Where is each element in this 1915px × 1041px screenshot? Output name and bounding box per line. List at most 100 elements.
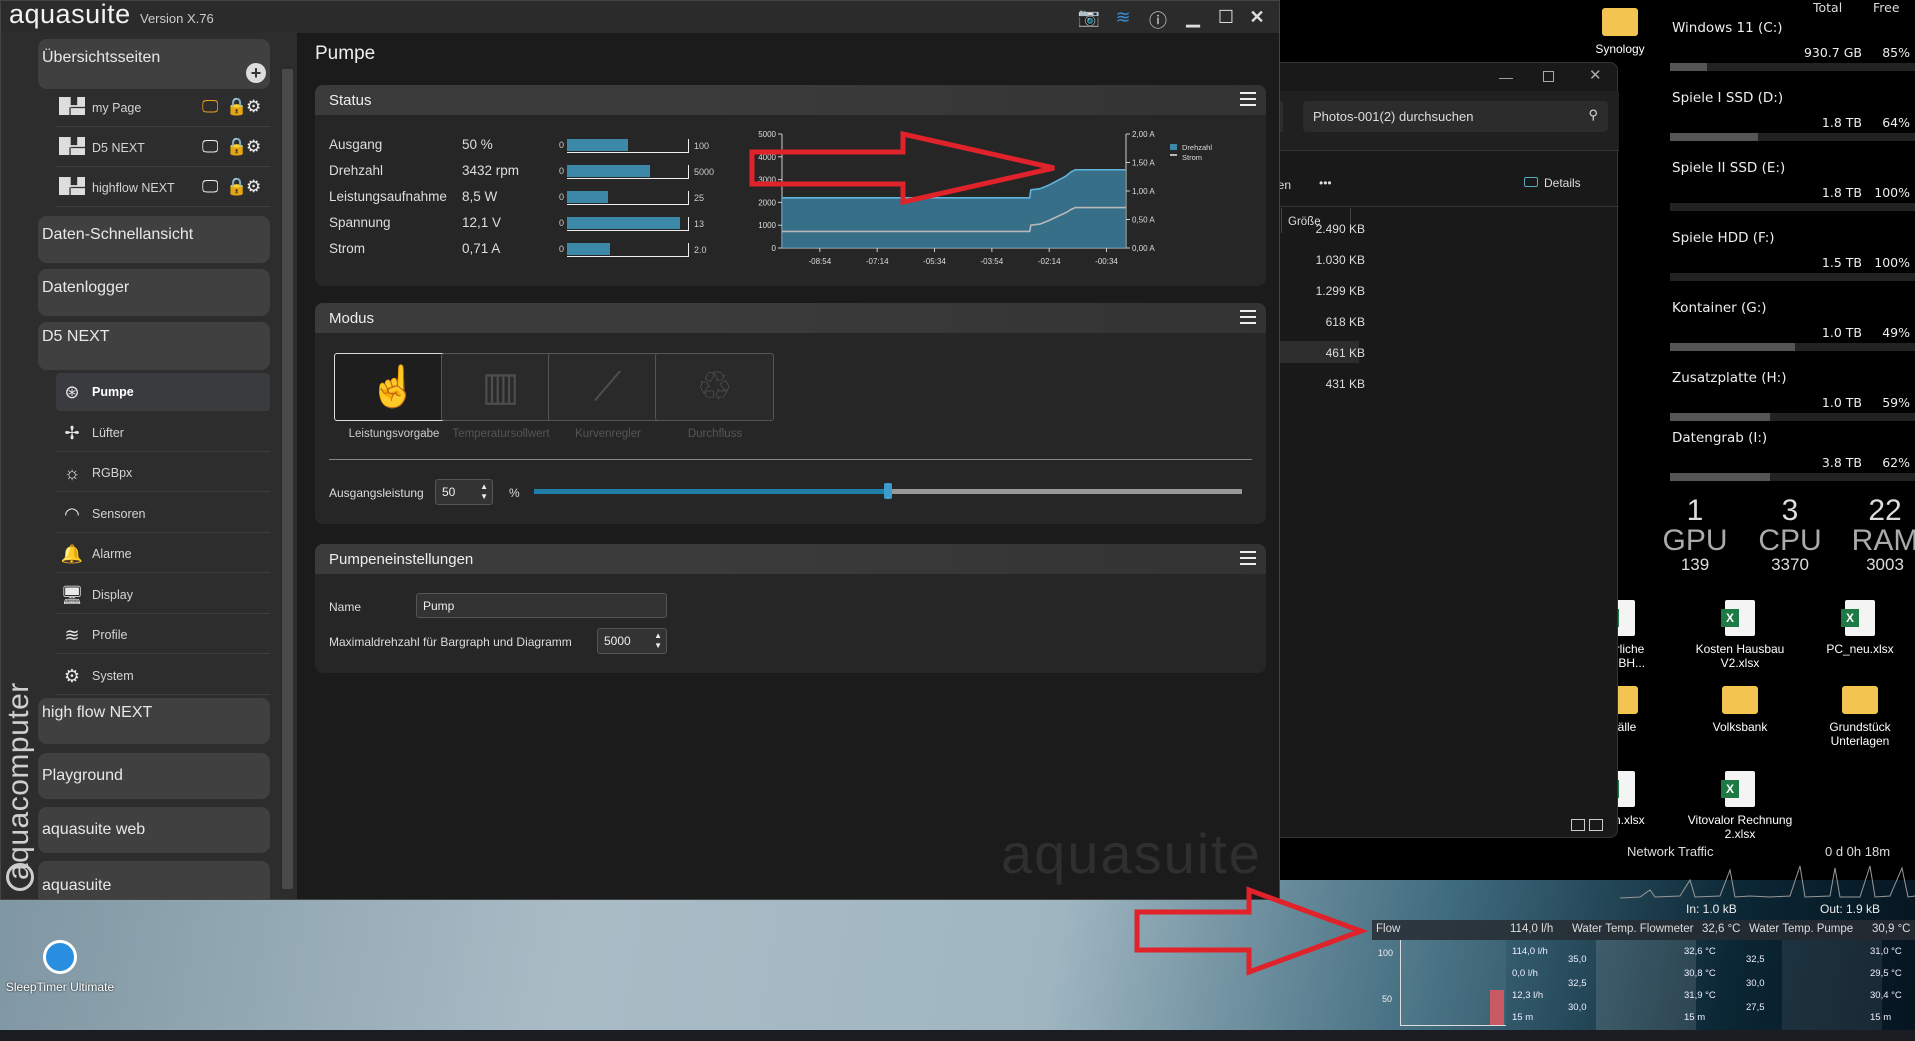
mode-button-durchfluss[interactable]: ♲ <box>655 353 774 421</box>
file-size-cell[interactable]: 2.490 KB <box>1265 222 1365 236</box>
desktop-icon[interactable]: SleepTimer Ultimate <box>0 940 120 994</box>
mode-button-leistungsvorgabe[interactable]: ☝ <box>334 353 453 421</box>
desktop-icon[interactable]: Grundstück Unterlagen <box>1800 686 1915 748</box>
sidebar-section-quickview[interactable]: Daten-Schnellansicht <box>38 216 270 263</box>
details-view-button[interactable] <box>1571 819 1585 831</box>
status-value: 3432 rpm <box>462 163 520 178</box>
file-size-cell[interactable]: 431 KB <box>1265 377 1365 391</box>
lock-icon[interactable]: 🔒 <box>226 137 247 157</box>
monitor-icon[interactable]: 🖵 <box>202 137 218 157</box>
sidebar-section-playground[interactable]: Playground <box>38 753 270 799</box>
sidebar-item-display[interactable]: 🖥 Display <box>56 576 270 614</box>
monitor-icon[interactable]: 🖵 <box>202 177 218 197</box>
mode-button-kurvenregler[interactable]: ⟋ <box>548 353 667 421</box>
network-in: In: 1.0 kB <box>1686 902 1737 916</box>
layers-icon[interactable]: ≋ <box>1111 7 1135 28</box>
sidebar-item-pumpe[interactable]: ⊛ Pumpe <box>56 373 270 411</box>
page-title: Pumpe <box>315 43 376 64</box>
slider-thumb[interactable] <box>884 483 892 499</box>
title-bar: aquasuite Version X.76 📷 ≋ ⓘ ▁ ☐ ✕ <box>1 1 1279 33</box>
desktop-icon-label: Grundstück Unterlagen <box>1829 720 1891 748</box>
desktop-icon[interactable]: Synology <box>1560 8 1680 56</box>
sidebar-section-overview[interactable]: Übersichtsseiten + <box>38 39 270 89</box>
output-spinbox[interactable]: 50 ▲ ▼ <box>435 479 493 505</box>
desktop-icon[interactable]: X Vitovalor Rechnung 2.xlsx <box>1680 771 1800 841</box>
overview-page-item[interactable]: highflow NEXT 🖵 🔒 ⚙ <box>56 169 270 207</box>
add-page-button[interactable]: + <box>246 63 266 83</box>
camera-icon[interactable]: 📷 <box>1077 7 1101 28</box>
desktop-icon[interactable]: Volksbank <box>1680 686 1800 734</box>
status-label: Strom <box>329 241 366 256</box>
details-button[interactable]: Details <box>1524 176 1581 190</box>
stat-sub: 3003 <box>1866 555 1904 574</box>
spin-arrows-icon[interactable]: ▲ ▼ <box>654 631 662 651</box>
overview-page-item[interactable]: my Page 🖵 🔒 ⚙ <box>56 89 270 127</box>
maximize-button[interactable] <box>1543 71 1554 82</box>
file-size-cell[interactable]: 618 KB <box>1265 315 1365 329</box>
folder-icon <box>1842 686 1878 714</box>
file-size-cell[interactable]: 461 KB <box>1265 346 1365 360</box>
sidebar-item-system[interactable]: ⚙ System <box>56 657 270 695</box>
close-button[interactable]: ✕ <box>1245 7 1269 28</box>
overview-page-item[interactable]: D5 NEXT 🖵 🔒 ⚙ <box>56 129 270 167</box>
aquacomputer-logo: aquacomputer <box>2 682 35 880</box>
max-rpm-spinbox[interactable]: 5000 ▲ ▼ <box>597 628 667 654</box>
minimize-button[interactable]: ▁ <box>1181 7 1205 28</box>
menu-icon[interactable] <box>1240 551 1256 565</box>
desktop-icon[interactable]: X Kosten Hausbau V2.xlsx <box>1680 600 1800 670</box>
sidebar-item-lüfter[interactable]: ✢ Lüfter <box>56 414 270 452</box>
drive-name: Kontainer (G:) <box>1672 300 1767 316</box>
sidebar-scrollbar[interactable] <box>282 69 293 889</box>
network-out: Out: 1.9 kB <box>1820 902 1881 916</box>
drives-total-header: Total <box>1813 0 1843 15</box>
drive-usage-bar <box>1670 273 1915 281</box>
search-icon: ⚲ <box>1588 107 1598 122</box>
lock-icon[interactable]: 🔒 <box>226 177 247 197</box>
sidebar-item-profile[interactable]: ≋ Profile <box>56 616 270 654</box>
max-rpm-label: Maximaldrehzahl für Bargraph und Diagram… <box>329 635 572 649</box>
name-input[interactable]: Pump <box>416 593 667 618</box>
gear-icon[interactable]: ⚙ <box>246 137 261 157</box>
drive-free: 100% <box>1874 185 1910 200</box>
menu-icon[interactable] <box>1240 92 1256 106</box>
sidebar-section-datalogger[interactable]: Datenlogger <box>38 269 270 316</box>
minimize-button[interactable]: — <box>1499 69 1513 85</box>
display-icon: 🖥 <box>60 584 84 605</box>
sidebar-item-rgbpx[interactable]: ☼ RGBpx <box>56 454 270 492</box>
monitor-icon[interactable]: 🖵 <box>202 97 218 117</box>
desktop-icon[interactable]: X PC_neu.xlsx <box>1800 600 1915 656</box>
menu-icon[interactable] <box>1240 310 1256 324</box>
lock-icon[interactable]: 🔒 <box>226 97 247 117</box>
drive-usage-bar <box>1670 413 1915 421</box>
output-slider[interactable] <box>534 483 1242 499</box>
desktop-icon-label: Volksbank <box>1712 720 1768 734</box>
file-size-cell[interactable]: 1.030 KB <box>1265 253 1365 267</box>
tiles-view-button[interactable] <box>1589 819 1603 831</box>
sidebar-section-aquasuite[interactable]: aquasuite <box>38 861 270 899</box>
drive-free: 62% <box>1882 455 1910 470</box>
sidebar-section-d5next[interactable]: D5 NEXT <box>38 322 270 370</box>
close-button[interactable]: ✕ <box>1589 66 1602 84</box>
mode-icon: ♲ <box>696 365 733 409</box>
gear-icon[interactable]: ⚙ <box>246 177 261 197</box>
sidebar-section-aquasuite-web[interactable]: aquasuite web <box>38 807 270 853</box>
bar-max: 5000 <box>694 167 715 177</box>
gear-icon[interactable]: ⚙ <box>246 97 261 117</box>
mode-button-temperatursollwert[interactable]: ▥ <box>441 353 560 421</box>
sidebar-section-highflow[interactable]: high flow NEXT <box>38 698 270 744</box>
status-row: Drehzahl 3432 rpm 0 5000 <box>329 163 759 183</box>
drive-name: Spiele II SSD (E:) <box>1672 160 1786 176</box>
page-label: highflow NEXT <box>92 181 175 195</box>
info-icon[interactable]: ⓘ <box>1146 7 1170 33</box>
sidebar-item-sensoren[interactable]: ◠ Sensoren <box>56 495 270 533</box>
more-options-button[interactable]: ••• <box>1319 176 1332 190</box>
stat-label: CPU <box>1758 524 1822 557</box>
flow-widget-stat: 15 m <box>1512 1012 1534 1023</box>
spin-arrows-icon[interactable]: ▲ ▼ <box>480 482 488 502</box>
search-input[interactable]: Photos-001(2) durchsuchen ⚲ <box>1303 101 1608 132</box>
drive-values: 1.0 TB 59% <box>1700 395 1910 411</box>
sidebar-item-alarme[interactable]: 🔔 Alarme <box>56 535 270 573</box>
file-size-cell[interactable]: 1.299 KB <box>1265 284 1365 298</box>
maximize-button[interactable]: ☐ <box>1214 7 1238 28</box>
network-graph <box>1620 865 1915 899</box>
